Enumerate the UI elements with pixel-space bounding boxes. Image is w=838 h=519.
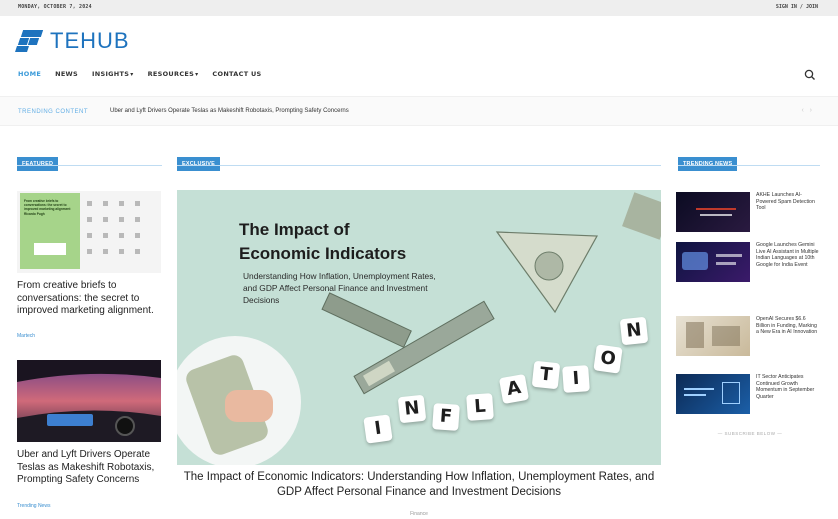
- icon-grid-decoration: [87, 201, 140, 254]
- dice-letter: N: [397, 394, 427, 424]
- trending-news-item[interactable]: Google Launches Gemini Live AI Assistant…: [676, 242, 826, 290]
- trending-news-title: Google Launches Gemini Live AI Assistant…: [756, 242, 819, 268]
- search-icon[interactable]: [803, 68, 817, 82]
- main-nav: HOME NEWS INSIGHTS▾ RESOURCES▾ CONTACT U…: [18, 70, 262, 78]
- featured-article-1-category[interactable]: Martech: [17, 333, 35, 339]
- trending-headline[interactable]: Uber and Lyft Drivers Operate Teslas as …: [110, 108, 349, 114]
- nav-insights[interactable]: INSIGHTS▾: [92, 70, 134, 78]
- trending-news-thumb: [676, 242, 750, 282]
- exclusive-heading: EXCLUSIVE: [177, 157, 220, 171]
- logo-icon: [15, 28, 44, 54]
- dice-letter: N: [619, 316, 649, 346]
- nav-resources-label: RESOURCES: [147, 70, 195, 78]
- chevron-down-icon: ▾: [195, 71, 199, 78]
- exclusive-article-title[interactable]: The Impact of Economic Indicators: Under…: [177, 470, 661, 500]
- trending-ticker: TRENDING CONTENT Uber and Lyft Drivers O…: [0, 96, 838, 126]
- site-name: TEHUB: [50, 28, 130, 53]
- featured-article-2-category[interactable]: Trending News: [17, 503, 50, 509]
- site-logo[interactable]: TEHUB: [15, 26, 130, 56]
- hero-image-subtitle: Understanding How Inflation, Unemploymen…: [243, 271, 436, 305]
- dice-letter: A: [498, 373, 530, 405]
- exclusive-hero-image[interactable]: The Impact of Economic Indicators Unders…: [177, 190, 661, 465]
- hero-image-title-line-2: Economic Indicators: [239, 244, 407, 263]
- top-bar: MONDAY, OCTOBER 7, 2024 SIGN IN / JOIN: [0, 0, 838, 16]
- trending-news-heading: TRENDING NEWS: [678, 157, 738, 171]
- trending-news-title: IT Sector Anticipates Continued Growth M…: [756, 374, 815, 400]
- nav-home[interactable]: HOME: [18, 70, 41, 78]
- featured-article-2-image[interactable]: [17, 360, 161, 442]
- featured-article-1-title[interactable]: From creative briefs to conversations: t…: [17, 280, 167, 318]
- dice-letter: O: [593, 344, 623, 374]
- nav-resources[interactable]: RESOURCES▾: [148, 70, 199, 78]
- trending-news-title: OpenAI Secures $6.6 Billion in Funding, …: [756, 316, 818, 336]
- trending-news-item[interactable]: AKHE Launches AI-Powered Spam Detection …: [676, 192, 826, 240]
- trending-label: TRENDING CONTENT: [18, 109, 88, 115]
- nav-news[interactable]: NEWS: [55, 70, 78, 78]
- hero-image-title: The Impact of Economic Indicators: [239, 218, 406, 266]
- trending-news-item[interactable]: IT Sector Anticipates Continued Growth M…: [676, 374, 826, 422]
- current-date: MONDAY, OCTOBER 7, 2024: [18, 4, 92, 10]
- trending-news-title: AKHE Launches AI-Powered Spam Detection …: [756, 192, 815, 212]
- nav-insights-label: INSIGHTS: [92, 70, 130, 78]
- featured-article-2-title[interactable]: Uber and Lyft Drivers Operate Teslas as …: [17, 449, 167, 487]
- trending-news-more[interactable]: — SUBSCRIBE BELOW —: [700, 431, 800, 436]
- trending-news-thumb: [676, 192, 750, 232]
- nav-contact[interactable]: CONTACT US: [212, 70, 261, 78]
- featured-header: FEATURED: [17, 152, 162, 171]
- featured-article-1-image[interactable]: From creative briefs to conversations: t…: [17, 191, 161, 273]
- ticker-arrows[interactable]: ‹ ›: [802, 107, 813, 114]
- dice-letter: F: [432, 403, 460, 431]
- thumb-card-text: From creative briefs to conversations: t…: [24, 199, 71, 216]
- dice-letter: I: [562, 365, 590, 393]
- trending-news-thumb: [676, 316, 750, 356]
- car-interior-image: [17, 360, 161, 442]
- dice-letter: T: [531, 360, 561, 390]
- trending-news-header: TRENDING NEWS: [678, 152, 820, 171]
- trending-news-thumb: [676, 374, 750, 414]
- trending-news-item[interactable]: OpenAI Secures $6.6 Billion in Funding, …: [676, 316, 826, 364]
- dice-letter: L: [466, 393, 494, 421]
- featured-heading: FEATURED: [17, 157, 59, 171]
- sign-in-link[interactable]: SIGN IN / JOIN: [776, 4, 818, 10]
- thumb-green-card: From creative briefs to conversations: t…: [20, 193, 80, 269]
- exclusive-header: EXCLUSIVE: [177, 152, 661, 171]
- exclusive-article-category[interactable]: Finance: [177, 511, 661, 517]
- dice-letter: I: [363, 414, 393, 444]
- chevron-down-icon: ▾: [130, 71, 134, 78]
- hero-image-title-line-1: The Impact of: [239, 220, 350, 239]
